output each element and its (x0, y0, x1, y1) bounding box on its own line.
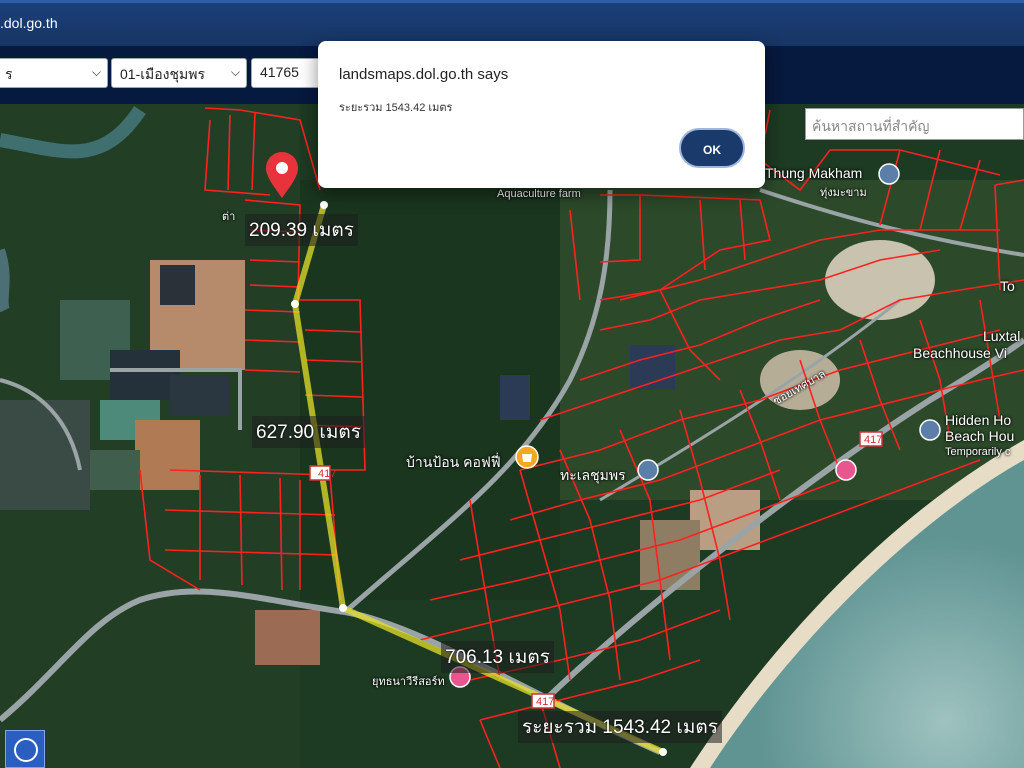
chevron-down-icon: ⌵ (230, 65, 240, 79)
route-number: 417 (318, 468, 337, 480)
parcel-number-value: 41765 (260, 64, 299, 80)
measure-circle-button[interactable] (5, 730, 45, 768)
map-label: ทะเลชุมพร (560, 467, 626, 483)
map-label: บ้านป้อน คอฟฟี่ (406, 454, 501, 470)
district-select-value: 01-เมืองชุมพร (120, 66, 205, 82)
map-label: ยุทธนาวีรีสอร์ท (372, 676, 445, 688)
browser-title-bar: .dol.go.th (0, 0, 1024, 46)
dialog-title: landsmaps.dol.go.th says (339, 66, 509, 83)
segment-distance-label: 627.90 เมตร (252, 416, 365, 448)
place-search-input[interactable]: ค้นหาสถานที่สำคัญ (805, 108, 1024, 140)
province-select-value: ร (5, 66, 13, 82)
map-label: ทุ่งมะขาม (820, 187, 867, 199)
map-label: Beach Hou (945, 428, 1015, 444)
map-label: Beachhouse Vi (913, 345, 1007, 361)
place-pin-icon[interactable] (637, 459, 659, 481)
hotel-pin-icon[interactable] (919, 419, 941, 441)
circle-tool-icon (14, 738, 38, 762)
total-distance-label: ระยะรวม 1543.42 เมตร (518, 711, 722, 743)
map-label: Luxtal (983, 328, 1021, 344)
map-label: Thung Makham (765, 165, 863, 181)
map-label: ต่า (222, 211, 236, 223)
alert-dialog: landsmaps.dol.go.th says ระยะรวม 1543.42… (318, 41, 765, 188)
map-label: To (1000, 278, 1015, 294)
dialog-message: ระยะรวม 1543.42 เมตร (339, 102, 453, 114)
district-select[interactable]: 01-เมืองชุมพร ⌵ (111, 58, 247, 88)
segment-distance-label: 706.13 เมตร (441, 641, 554, 673)
route-number: 417 (536, 696, 555, 708)
segment-distance-label: 209.39 เมตร (245, 214, 358, 246)
chevron-down-icon: ⌵ (91, 65, 101, 79)
page-url: .dol.go.th (0, 15, 58, 31)
place-pin-icon[interactable] (878, 163, 900, 185)
coffee-pin-icon[interactable] (515, 445, 539, 469)
map-label: Aquaculture farm (497, 188, 581, 200)
place-search-placeholder: ค้นหาสถานที่สำคัญ (812, 118, 930, 134)
hotel-pin-icon[interactable] (835, 459, 857, 481)
ok-button[interactable]: OK (679, 128, 745, 168)
map-label: Hidden Ho (945, 412, 1012, 428)
province-select[interactable]: ร ⌵ (0, 58, 108, 88)
route-number: 417 (864, 434, 883, 446)
map-label: Temporarily c (945, 446, 1011, 458)
